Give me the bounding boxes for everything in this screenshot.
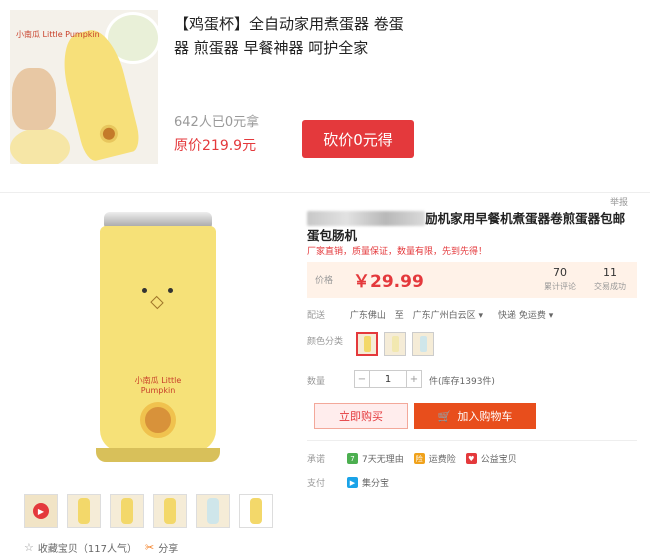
promo-title[interactable]: 【鸡蛋杯】全自动家用煮蛋器 卷蛋器 煎蛋器 早餐神器 呵护全家 — [174, 12, 414, 60]
collect-label: 收藏宝贝（117人气） — [37, 544, 137, 555]
price-label: 价格 — [315, 276, 334, 286]
ship-to-word: 至 — [394, 311, 404, 321]
brand-logo: 小南瓜 Little Pumpkin — [16, 30, 100, 39]
quantity-input[interactable]: 1 — [370, 370, 406, 388]
price-value: ￥29.99 — [353, 272, 424, 292]
promise-shipping-insurance[interactable]: 险 运费险 — [413, 452, 456, 465]
chevron-down-icon: ▾ — [548, 311, 554, 321]
seven-day-icon: 7 — [347, 453, 358, 464]
star-icon: ☆ — [24, 541, 34, 554]
main-product-image[interactable]: 小南瓜 Little Pumpkin — [78, 212, 238, 472]
quantity-label: 数量 — [307, 377, 326, 387]
cut-price-button[interactable]: 砍价0元得 — [302, 120, 414, 158]
price-box: 价格 ￥29.99 70 累计评论 11 交易成功 — [307, 262, 637, 298]
chevron-down-icon: ▾ — [478, 311, 484, 321]
add-to-cart-label: 加入购物车 — [457, 410, 513, 423]
plate-image — [10, 128, 70, 164]
add-to-cart-button[interactable]: 🛒 加入购物车 — [414, 403, 536, 429]
promo-product-image[interactable]: 小南瓜 Little Pumpkin — [10, 10, 158, 164]
payment-label: 支付 — [307, 479, 326, 489]
reviews-count: 70 — [553, 266, 567, 279]
section-divider — [0, 192, 650, 193]
ship-to-select[interactable]: 广东广州白云区 ▾ — [413, 311, 483, 321]
insurance-icon: 险 — [413, 453, 425, 464]
jifenbao-icon: ▶ — [347, 477, 358, 488]
promo-original-price: 原价219.9元 — [174, 138, 257, 154]
promo-card[interactable]: 小南瓜 Little Pumpkin 【鸡蛋杯】全自动家用煮蛋器 卷蛋器 煎蛋器… — [0, 0, 650, 185]
buy-now-button[interactable]: 立即购买 — [314, 403, 408, 429]
share-button[interactable]: ✂ 分享 — [145, 540, 178, 555]
sales-count: 11 — [603, 266, 617, 279]
ship-method-select[interactable]: 快递 免运费 ▾ — [498, 311, 553, 321]
child-image — [12, 68, 56, 130]
promise-charity[interactable]: ♥ 公益宝贝 — [465, 452, 517, 465]
quantity-stepper[interactable]: − 1 + — [354, 370, 422, 388]
heart-icon: ♥ — [465, 453, 477, 464]
ship-from: 广东佛山 — [349, 311, 386, 321]
reviews-stat[interactable]: 70 累计评论 — [535, 266, 585, 292]
quantity-plus-button[interactable]: + — [406, 370, 422, 388]
color-row-label: 颜色分类 — [307, 337, 344, 347]
share-label: 分享 — [158, 544, 179, 555]
share-icon: ✂ — [145, 541, 155, 554]
thumbnail[interactable] — [153, 494, 187, 528]
thumbnail-strip: ▶ — [24, 494, 273, 528]
thumbnail[interactable] — [110, 494, 144, 528]
stock-text: 件(库存1393件) — [429, 377, 495, 387]
divider — [307, 440, 637, 441]
promise-label: 承诺 — [307, 455, 326, 465]
payment-jifenbao[interactable]: ▶ 集分宝 — [347, 476, 389, 489]
promise-7day[interactable]: 7 7天无理由 — [347, 452, 404, 465]
product-subtitle: 厂家直销，质量保证，数量有限，先到先得！ — [307, 247, 488, 257]
color-swatch-blue[interactable] — [412, 332, 434, 356]
promise-row: 承诺 7 7天无理由 险 运费险 ♥ 公益宝贝 — [307, 452, 527, 465]
quantity-minus-button[interactable]: − — [354, 370, 370, 388]
reviews-label: 累计评论 — [544, 282, 576, 291]
video-thumbnail[interactable]: ▶ — [24, 494, 58, 528]
egg-roll-machine: 小南瓜 Little Pumpkin — [96, 212, 220, 462]
sales-stat: 11 交易成功 — [585, 266, 635, 292]
machine-logo: 小南瓜 Little Pumpkin — [134, 376, 182, 395]
machine-knob — [140, 402, 176, 438]
shipping-row: 配送 广东佛山 至 广东广州白云区 ▾ 快递 免运费 ▾ — [307, 308, 553, 321]
promo-participant-count: 642人已0元拿 — [174, 115, 260, 130]
thumbnail[interactable] — [239, 494, 273, 528]
report-link[interactable]: 举报 — [610, 195, 628, 208]
blurred-title-prefix: ■■■■■■■■■■ — [307, 211, 426, 226]
color-swatch-yellow[interactable] — [356, 332, 378, 356]
payment-row: 支付 ▶ 集分宝 — [307, 476, 399, 489]
shipping-label: 配送 — [307, 311, 326, 321]
thumbnail[interactable] — [196, 494, 230, 528]
collect-button[interactable]: ☆ 收藏宝贝（117人气） — [24, 540, 137, 555]
color-swatch-cream[interactable] — [384, 332, 406, 356]
cart-icon: 🛒 — [437, 409, 452, 423]
play-icon: ▶ — [33, 503, 49, 519]
sales-label: 交易成功 — [594, 282, 626, 291]
product-title: ■■■■■■■■■■励机家用早餐机煮蛋器卷煎蛋器包邮蛋包肠机 — [307, 210, 637, 244]
thumbnail[interactable] — [67, 494, 101, 528]
quantity-row: 数量 — [307, 374, 347, 387]
